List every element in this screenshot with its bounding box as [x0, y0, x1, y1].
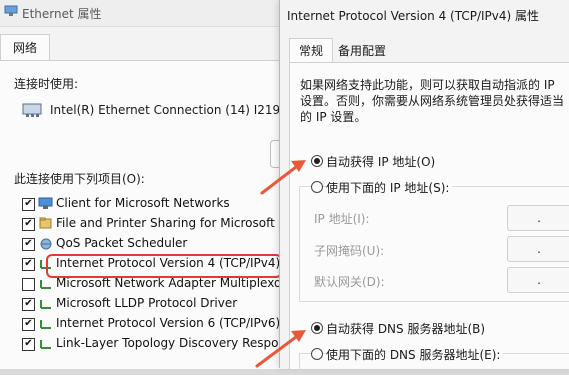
ipv4-highlight-box	[46, 254, 282, 278]
item-label: Link-Layer Topology Discovery Respond	[56, 336, 294, 350]
subnet-mask-input[interactable]: .	[507, 236, 569, 262]
list-item[interactable]: ✔ Microsoft LLDP Protocol Driver	[22, 294, 300, 314]
connect-using-label: 连接时使用:	[14, 77, 79, 91]
ip-address-input[interactable]: .	[507, 205, 569, 231]
item-checkbox[interactable]: ✔	[22, 198, 35, 211]
ip-address-label: IP 地址(I):	[314, 212, 370, 226]
item-checkbox[interactable]: ✔	[22, 238, 35, 251]
item-label: File and Printer Sharing for Microsoft N…	[56, 216, 295, 230]
default-gateway-input[interactable]: .	[507, 267, 569, 293]
default-gateway-label: 默认网关(D):	[314, 275, 385, 289]
protocol-icon	[40, 280, 51, 289]
dns-manual-radio[interactable]	[311, 348, 323, 360]
file-sharing-icon	[39, 217, 52, 229]
tab-network[interactable]: 网络	[0, 34, 50, 61]
adapter-name: Intel(R) Ethernet Connection (14) I219-V	[50, 103, 293, 117]
item-checkbox[interactable]: ✔	[22, 298, 35, 311]
item-checkbox[interactable]: ✔	[22, 218, 35, 231]
ip-manual-radio[interactable]	[311, 181, 323, 193]
items-label: 此连接使用下列项目(O):	[14, 172, 145, 186]
list-item[interactable]: ✔ Link-Layer Topology Discovery Respond	[22, 334, 300, 354]
window-title: Internet Protocol Version 4 (TCP/IPv4) 属…	[287, 9, 540, 23]
ip-manual-label: 使用下面的 IP 地址(S):	[326, 179, 453, 196]
subnet-mask-label: 子网掩码(U):	[314, 244, 385, 258]
network-icon	[4, 5, 18, 16]
item-checkbox[interactable]: ✔	[22, 338, 35, 351]
item-label: QoS Packet Scheduler	[56, 236, 188, 250]
list-item[interactable]: ✔ File and Printer Sharing for Microsoft…	[22, 214, 300, 234]
dns-auto-label: 自动获得 DNS 服务器地址(B)	[326, 322, 486, 336]
network-adapter-icon	[22, 103, 42, 117]
ip-auto-label: 自动获得 IP 地址(O)	[326, 155, 436, 169]
network-client-icon	[38, 197, 53, 209]
item-label: Internet Protocol Version 6 (TCP/IPv6)	[56, 316, 281, 330]
list-item[interactable]: ✔ Client for Microsoft Networks	[22, 194, 300, 214]
item-label: Client for Microsoft Networks	[56, 196, 230, 210]
protocol-icon	[40, 320, 51, 329]
list-item[interactable]: ✔ QoS Packet Scheduler	[22, 234, 300, 254]
protocol-icon	[40, 340, 51, 349]
description-text: 如果网络支持此功能，则可以获取自动指派的 IP 设置。否则，你需要从网络系统管理…	[300, 78, 565, 124]
qos-icon	[40, 238, 52, 250]
window-title: Ethernet 属性	[22, 7, 102, 21]
item-checkbox[interactable]	[22, 278, 35, 291]
protocol-icon	[40, 300, 51, 309]
ip-auto-radio[interactable]	[311, 155, 323, 167]
dns-manual-label: 使用下面的 DNS 服务器地址(E):	[326, 346, 504, 363]
tab-alternate-configuration[interactable]: 备用配置	[338, 42, 386, 59]
item-checkbox[interactable]: ✔	[22, 258, 35, 271]
ethernet-properties-window: Ethernet 属性 网络 连接时使用: Intel(R) Ethernet …	[0, 0, 301, 369]
title-bar[interactable]: Ethernet 属性	[0, 0, 300, 27]
item-label: Microsoft LLDP Protocol Driver	[56, 296, 238, 310]
dns-auto-radio[interactable]	[311, 322, 323, 334]
item-checkbox[interactable]: ✔	[22, 318, 35, 331]
item-label: Microsoft Network Adapter Multiplexor	[56, 276, 287, 290]
tab-general[interactable]: 常规	[289, 38, 333, 63]
list-item[interactable]: ✔ Internet Protocol Version 6 (TCP/IPv6)	[22, 314, 300, 334]
